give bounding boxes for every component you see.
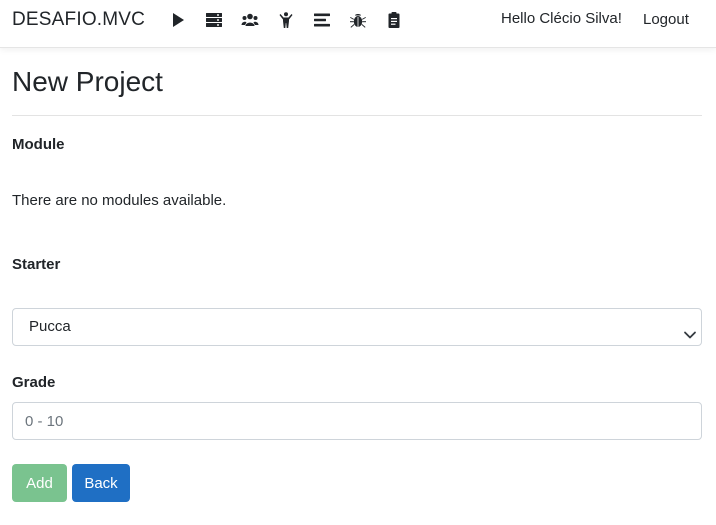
starter-select-value: Pucca [29,318,71,335]
navbar: DESAFIO.MVC Hello Clécio Silva! Logout [0,0,716,48]
child-icon[interactable] [268,10,304,30]
starter-select[interactable]: Pucca [12,308,702,346]
no-modules-message: There are no modules available. [12,192,227,209]
server-icon[interactable] [196,10,232,30]
nav-icon-bar [160,10,412,30]
page-title: New Project [12,66,163,97]
bug-icon[interactable] [340,10,376,30]
module-label: Module [12,136,65,153]
clipboard-icon[interactable] [376,10,412,30]
add-button[interactable]: Add [12,464,67,502]
back-button[interactable]: Back [72,464,130,502]
grade-input[interactable] [12,402,702,440]
users-icon[interactable] [232,10,268,30]
starter-label: Starter [12,256,61,273]
play-icon[interactable] [160,10,196,30]
brand-link[interactable]: DESAFIO.MVC [12,9,145,31]
user-greeting: Hello Clécio Silva! [501,10,622,27]
chevron-down-icon [683,320,697,339]
title-divider [12,115,702,116]
logout-link[interactable]: Logout [643,11,689,28]
list-icon[interactable] [304,10,340,30]
grade-label: Grade [12,374,56,391]
